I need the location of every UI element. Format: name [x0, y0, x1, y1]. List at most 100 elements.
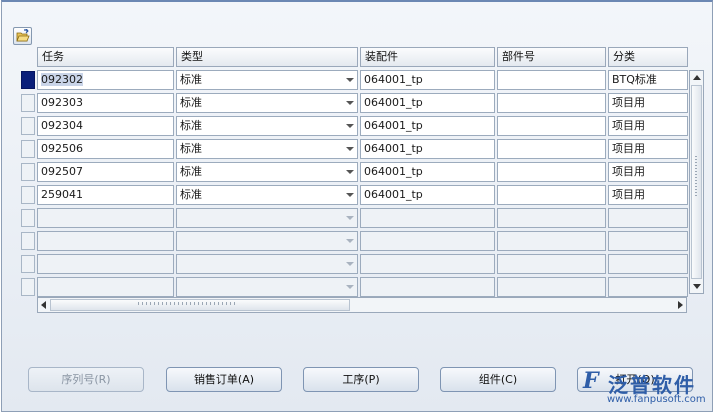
column-header-part-number[interactable]: 部件号 [497, 47, 606, 67]
chevron-down-icon[interactable] [346, 170, 354, 174]
category-cell[interactable]: BTQ标准 [608, 70, 688, 90]
scroll-up-icon[interactable] [693, 75, 701, 80]
type-select[interactable]: 标准 [176, 162, 358, 182]
type-select[interactable] [176, 254, 358, 274]
task-cell-value: 092304 [41, 119, 83, 132]
part-number-cell[interactable] [497, 277, 606, 297]
chevron-down-icon[interactable] [346, 239, 354, 243]
assembly-cell[interactable]: 064001_tp [360, 162, 495, 182]
column-header-assembly[interactable]: 装配件 [360, 47, 495, 67]
part-number-cell[interactable] [497, 208, 606, 228]
task-cell[interactable] [37, 277, 174, 297]
scroll-grip-icon [695, 156, 697, 196]
row-selector[interactable] [21, 209, 35, 227]
chevron-down-icon[interactable] [346, 101, 354, 105]
sales-order-button[interactable]: 销售订单(A) [166, 367, 282, 392]
open-folder-button[interactable] [13, 27, 32, 45]
type-select[interactable]: 标准 [176, 93, 358, 113]
category-cell-value: 项目用 [612, 165, 645, 178]
type-select[interactable]: 标准 [176, 116, 358, 136]
task-cell-value: 092303 [41, 96, 83, 109]
row-selector[interactable] [21, 255, 35, 273]
row-selector[interactable] [21, 232, 35, 250]
horizontal-scrollbar[interactable] [37, 297, 687, 313]
chevron-down-icon[interactable] [346, 262, 354, 266]
type-select-value: 标准 [180, 73, 202, 86]
chevron-down-icon[interactable] [346, 78, 354, 82]
column-header-task[interactable]: 任务 [37, 47, 174, 67]
task-cell[interactable] [37, 208, 174, 228]
chevron-down-icon[interactable] [346, 193, 354, 197]
part-number-cell[interactable] [497, 254, 606, 274]
column-header-type[interactable]: 类型 [176, 47, 358, 67]
type-select[interactable] [176, 231, 358, 251]
chevron-down-icon[interactable] [346, 124, 354, 128]
assembly-cell[interactable] [360, 231, 495, 251]
category-cell[interactable]: 项目用 [608, 162, 688, 182]
task-cell[interactable]: 092506 [37, 139, 174, 159]
scroll-right-icon[interactable] [678, 301, 683, 309]
chevron-down-icon[interactable] [346, 216, 354, 220]
part-number-cell[interactable] [497, 139, 606, 159]
category-cell[interactable] [608, 254, 688, 274]
row-selector[interactable] [21, 278, 35, 296]
type-select[interactable] [176, 277, 358, 297]
part-number-cell[interactable] [497, 185, 606, 205]
task-cell[interactable]: 092304 [37, 116, 174, 136]
category-cell-value: 项目用 [612, 188, 645, 201]
type-select-value: 标准 [180, 96, 202, 109]
category-cell-value: 项目用 [612, 96, 645, 109]
type-select-value: 标准 [180, 119, 202, 132]
assembly-cell[interactable]: 064001_tp [360, 116, 495, 136]
type-select[interactable]: 标准 [176, 185, 358, 205]
scroll-left-icon[interactable] [41, 301, 46, 309]
assembly-cell[interactable] [360, 208, 495, 228]
type-select[interactable] [176, 208, 358, 228]
part-number-cell[interactable] [497, 162, 606, 182]
assembly-cell[interactable]: 064001_tp [360, 70, 495, 90]
category-cell[interactable] [608, 277, 688, 297]
row-selector[interactable] [21, 94, 35, 112]
type-select[interactable]: 标准 [176, 70, 358, 90]
task-cell[interactable] [37, 231, 174, 251]
category-cell[interactable] [608, 208, 688, 228]
horizontal-scroll-thumb[interactable] [50, 299, 350, 311]
category-cell[interactable]: 项目用 [608, 139, 688, 159]
part-number-cell[interactable] [497, 93, 606, 113]
task-cell[interactable] [37, 254, 174, 274]
serial-number-button[interactable]: 序列号(R) [28, 367, 144, 392]
row-selector[interactable] [21, 186, 35, 204]
assembly-cell[interactable] [360, 254, 495, 274]
chevron-down-icon[interactable] [346, 147, 354, 151]
task-cell[interactable]: 092303 [37, 93, 174, 113]
column-header-category[interactable]: 分类 [608, 47, 688, 67]
task-cell[interactable]: 259041 [37, 185, 174, 205]
assembly-cell[interactable]: 064001_tp [360, 185, 495, 205]
category-cell[interactable]: 项目用 [608, 93, 688, 113]
part-number-cell[interactable] [497, 70, 606, 90]
assembly-cell[interactable] [360, 277, 495, 297]
vertical-scrollbar[interactable] [689, 70, 704, 294]
task-cell-value: 092507 [41, 165, 83, 178]
task-cell[interactable]: 092302 [37, 70, 174, 90]
part-number-cell[interactable] [497, 231, 606, 251]
category-cell[interactable] [608, 231, 688, 251]
assembly-cell-value: 064001_tp [364, 119, 423, 132]
type-select[interactable]: 标准 [176, 139, 358, 159]
row-selector[interactable] [21, 71, 35, 89]
operation-button[interactable]: 工序(P) [303, 367, 419, 392]
scroll-down-icon[interactable] [693, 284, 701, 289]
category-cell-value: 项目用 [612, 119, 645, 132]
row-selector[interactable] [21, 163, 35, 181]
category-cell[interactable]: 项目用 [608, 185, 688, 205]
row-selector[interactable] [21, 140, 35, 158]
assembly-cell[interactable]: 064001_tp [360, 139, 495, 159]
task-cell[interactable]: 092507 [37, 162, 174, 182]
part-number-cell[interactable] [497, 116, 606, 136]
category-cell[interactable]: 项目用 [608, 116, 688, 136]
row-selector[interactable] [21, 117, 35, 135]
chevron-down-icon[interactable] [346, 285, 354, 289]
assembly-cell[interactable]: 064001_tp [360, 93, 495, 113]
category-cell-value: BTQ标准 [612, 73, 657, 86]
component-button[interactable]: 组件(C) [440, 367, 556, 392]
